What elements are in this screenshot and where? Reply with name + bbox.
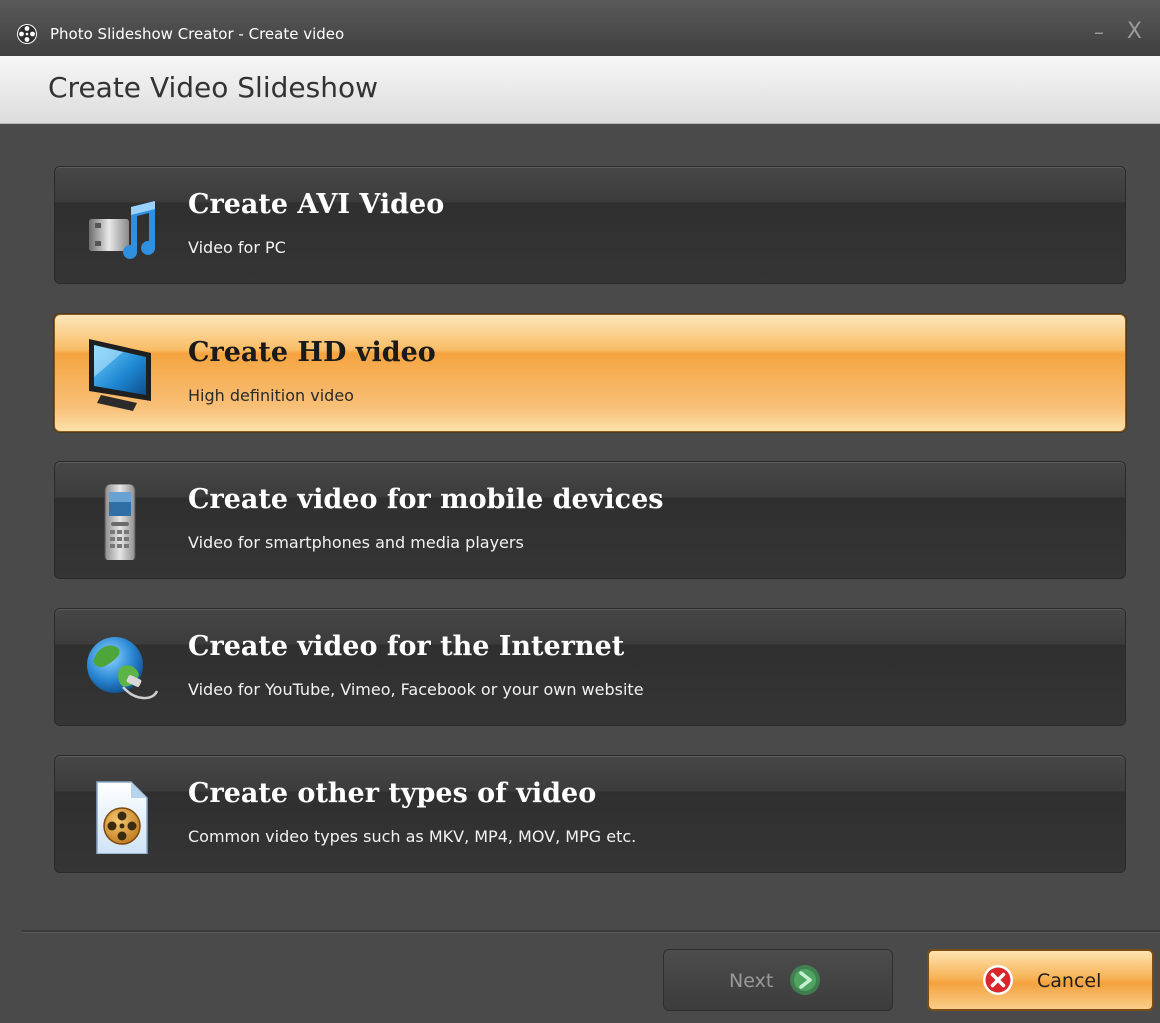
option-subtitle: Video for PC [188,238,286,257]
option-internet-video[interactable]: Create video for the Internet Video for … [54,608,1126,726]
mobile-phone-icon [104,484,136,560]
video-file-icon [96,781,148,854]
option-hd-video[interactable]: Create HD video High definition video [54,314,1126,432]
cancel-x-icon [983,965,1013,995]
cancel-button[interactable]: Cancel [927,949,1154,1011]
option-subtitle: Video for smartphones and media players [188,533,524,552]
option-subtitle: High definition video [188,386,354,405]
option-subtitle: Video for YouTube, Vimeo, Facebook or yo… [188,680,644,699]
page-title: Create Video Slideshow [48,71,378,104]
minimize-button[interactable]: – [1094,20,1104,44]
option-other-video[interactable]: Create other types of video Common video… [54,755,1126,873]
monitor-icon [89,339,151,411]
page-header: Create Video Slideshow [0,56,1160,124]
option-title: Create HD video [188,337,436,368]
next-arrow-icon [790,965,820,995]
next-button-label: Next [729,970,774,992]
next-button[interactable]: Next [663,949,893,1011]
globe-icon [87,637,159,700]
option-avi-video[interactable]: Create AVI Video Video for PC [54,166,1126,284]
app-window: Photo Slideshow Creator - Create video –… [0,0,1160,1023]
close-button[interactable]: X [1127,19,1142,44]
option-mobile-video[interactable]: Create video for mobile devices Video fo… [54,461,1126,579]
option-subtitle: Common video types such as MKV, MP4, MOV… [188,827,637,846]
option-title: Create video for mobile devices [188,484,664,515]
film-music-icon [89,201,156,259]
title-bar[interactable]: Photo Slideshow Creator - Create video –… [0,0,1160,56]
cancel-button-label: Cancel [1037,970,1102,992]
option-title: Create AVI Video [188,189,445,220]
footer-divider [22,930,1160,933]
film-reel-icon [17,24,37,44]
window-title: Photo Slideshow Creator - Create video [50,25,345,43]
option-title: Create video for the Internet [188,631,625,662]
option-title: Create other types of video [188,778,597,809]
